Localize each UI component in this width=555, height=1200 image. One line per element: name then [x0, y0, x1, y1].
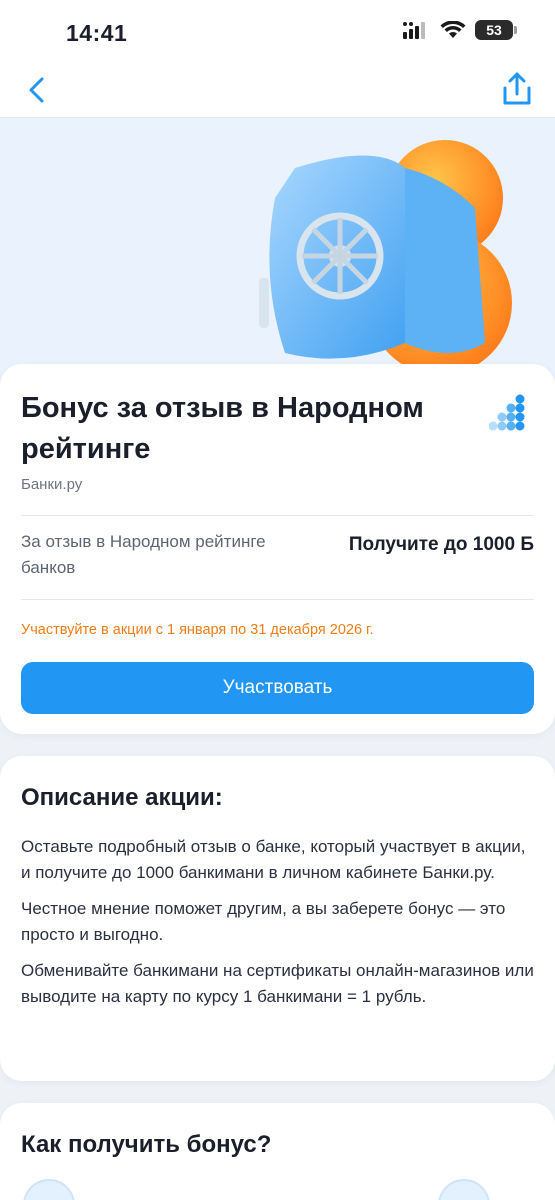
- how-to-card: Как получить бонус?: [0, 1103, 555, 1200]
- how-title: Как получить бонус?: [21, 1131, 272, 1158]
- step-icon: [23, 1179, 75, 1200]
- description-paragraph: Обменивайте банкимани на сертификаты онл…: [21, 961, 534, 1006]
- battery-icon: 53: [475, 20, 517, 40]
- signal-icon: [403, 22, 425, 39]
- status-time: 14:41: [66, 20, 128, 46]
- share-icon[interactable]: [499, 70, 535, 108]
- divider: [21, 515, 534, 516]
- status-bar: 14:41 53: [0, 0, 555, 62]
- hero-banner: [0, 118, 555, 380]
- chevron-left-icon[interactable]: [20, 72, 56, 108]
- participate-button[interactable]: Участвовать: [21, 662, 534, 714]
- reward-value: Получите до 1000 Б: [348, 534, 534, 555]
- promo-card: Бонус за отзыв в Народном рейтинге Банки…: [0, 364, 555, 734]
- description-title: Описание акции:: [21, 784, 223, 811]
- status-icons: 53: [403, 20, 517, 40]
- description-paragraph: Оставьте подробный отзыв о банке, которы…: [21, 837, 526, 882]
- promo-title: Бонус за отзыв в Народном рейтинге: [21, 392, 424, 465]
- safe-coins-illustration: [259, 140, 512, 375]
- step-icon: [438, 1179, 490, 1200]
- reward-label: За отзыв в Народном рейтинге банков: [21, 532, 266, 577]
- battery-level: 53: [486, 22, 502, 38]
- description-card: Описание акции: Оставьте подробный отзыв…: [0, 756, 555, 1081]
- divider: [21, 599, 534, 600]
- description-text: Оставьте подробный отзыв о банке, которы…: [21, 834, 537, 1020]
- description-paragraph: Честное мнение поможет другим, а вы забе…: [21, 899, 506, 944]
- promo-source: Банки.ру: [21, 476, 83, 493]
- banki-logo-icon: [489, 394, 525, 431]
- nav-bar: [0, 62, 555, 118]
- wifi-icon: [440, 21, 466, 38]
- promo-period: Участвуйте в акции с 1 января по 31 дека…: [21, 622, 374, 638]
- how-steps: [21, 1179, 534, 1200]
